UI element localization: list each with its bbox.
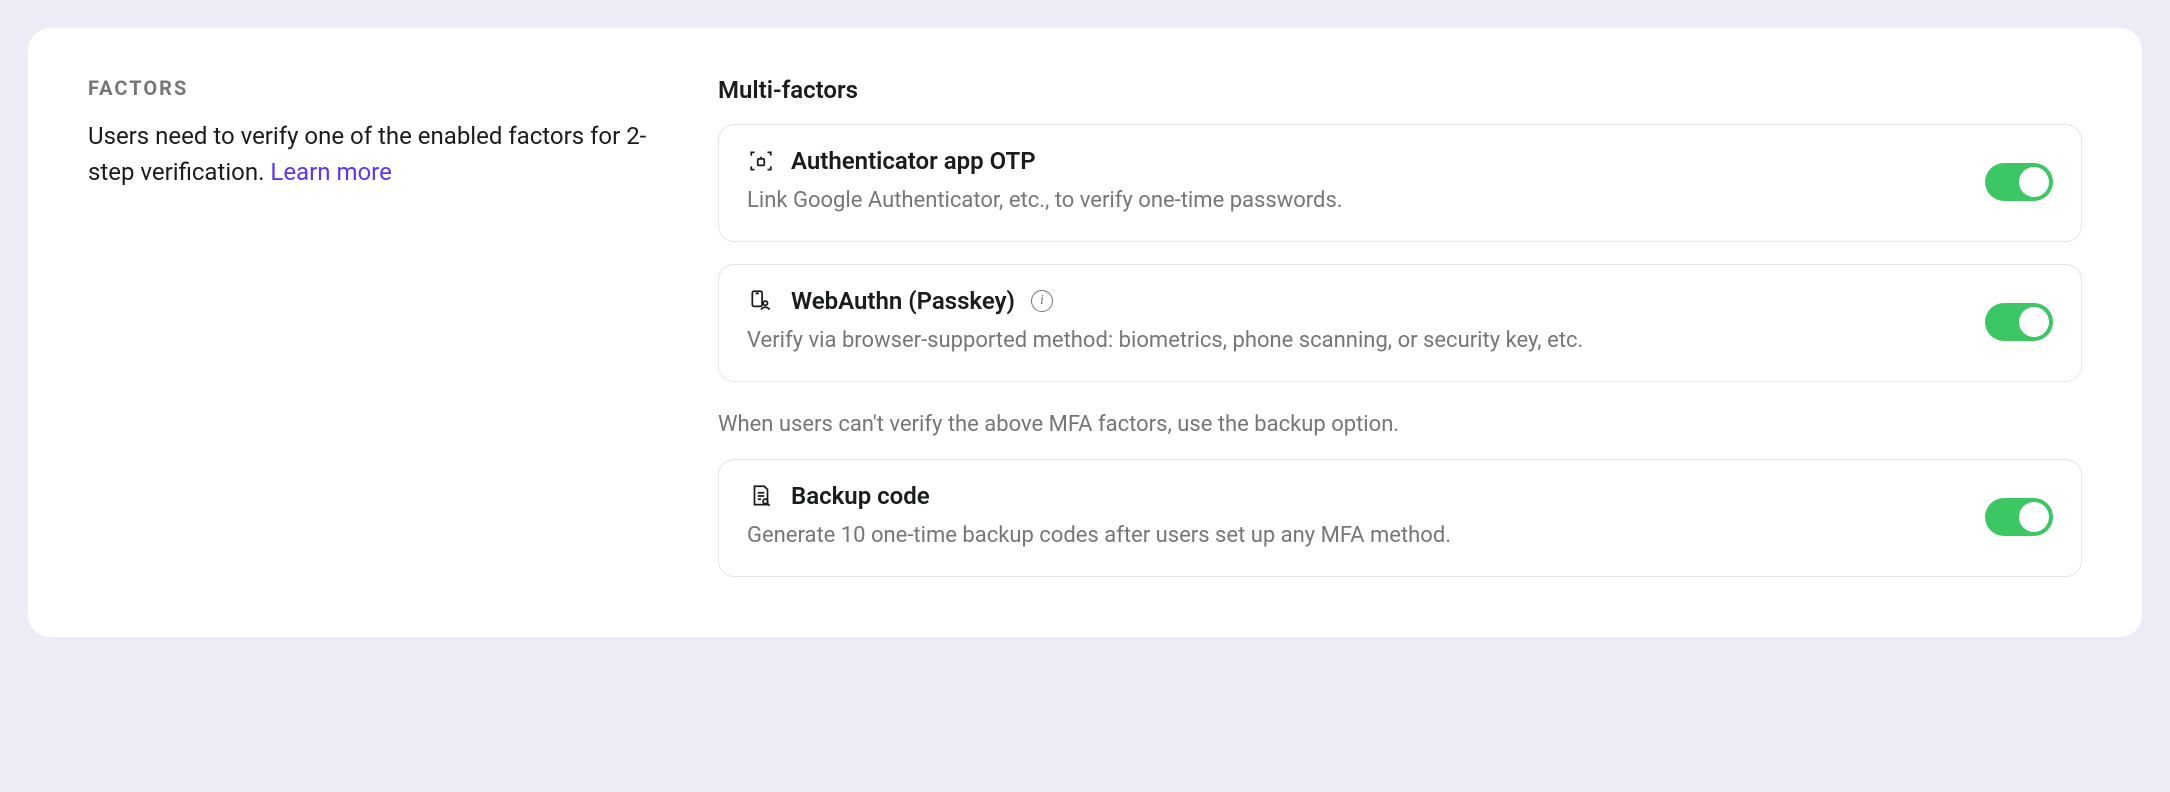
section-description: Users need to verify one of the enabled … — [88, 118, 658, 190]
factor-webauthn: WebAuthn (Passkey) i Verify via browser-… — [718, 264, 2082, 382]
passkey-icon — [747, 287, 775, 315]
backup-note: When users can't verify the above MFA fa… — [718, 412, 2082, 437]
factor-title: Backup code — [791, 482, 930, 510]
section-sidebar: FACTORS Users need to verify one of the … — [88, 76, 658, 577]
factor-description: Verify via browser-supported method: bio… — [747, 325, 1961, 357]
factors-panel: Multi-factors Authenticator app OTP Link… — [718, 76, 2082, 577]
group-title: Multi-factors — [718, 76, 2082, 104]
settings-card: FACTORS Users need to verify one of the … — [28, 28, 2142, 637]
factor-body: Authenticator app OTP Link Google Authen… — [747, 147, 1961, 217]
learn-more-link[interactable]: Learn more — [270, 158, 391, 186]
backup-code-icon — [747, 482, 775, 510]
factor-title: WebAuthn (Passkey) — [791, 287, 1015, 315]
factor-title-row: Backup code — [747, 482, 1961, 510]
factor-body: WebAuthn (Passkey) i Verify via browser-… — [747, 287, 1961, 357]
factor-description: Generate 10 one-time backup codes after … — [747, 520, 1961, 552]
info-icon[interactable]: i — [1031, 290, 1053, 312]
factor-title-row: Authenticator app OTP — [747, 147, 1961, 175]
factor-backup: Backup code Generate 10 one-time backup … — [718, 459, 2082, 577]
factor-description: Link Google Authenticator, etc., to veri… — [747, 185, 1961, 217]
factor-body: Backup code Generate 10 one-time backup … — [747, 482, 1961, 552]
factor-backup-toggle[interactable] — [1985, 498, 2053, 536]
factor-authenticator: Authenticator app OTP Link Google Authen… — [718, 124, 2082, 242]
factor-authenticator-toggle[interactable] — [1985, 163, 2053, 201]
section-label: FACTORS — [88, 76, 658, 100]
factor-title-row: WebAuthn (Passkey) i — [747, 287, 1961, 315]
factor-webauthn-toggle[interactable] — [1985, 303, 2053, 341]
authenticator-icon — [747, 147, 775, 175]
factor-title: Authenticator app OTP — [791, 147, 1036, 175]
